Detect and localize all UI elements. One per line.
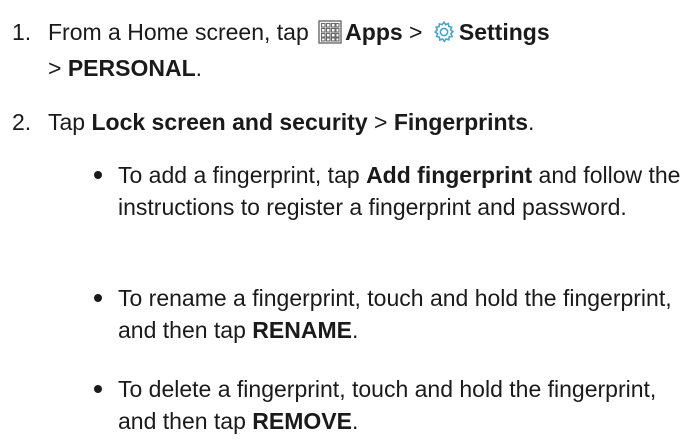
rename-label: RENAME <box>252 317 352 343</box>
apps-label: Apps <box>345 19 403 45</box>
step-number: 2. <box>12 109 32 135</box>
settings-gear-icon <box>432 20 456 52</box>
instruction-document: 1. From a Home screen, tap Apps > Settin… <box>0 0 686 442</box>
bullet-text-lead: To rename a fingerprint, touch and hold … <box>118 285 672 343</box>
remove-label: REMOVE <box>252 408 352 434</box>
step-text: Tap Lock screen and security > Fingerpri… <box>48 106 682 138</box>
bullet-text: To rename a fingerprint, touch and hold … <box>118 282 682 346</box>
step-1-text-lead: From a Home screen, tap <box>48 19 309 45</box>
period: . <box>528 109 535 135</box>
separator: > <box>409 19 423 45</box>
separator: > <box>48 55 62 81</box>
bullet-dot <box>94 385 102 393</box>
period: . <box>351 408 359 434</box>
step-2-text-lead: Tap <box>48 109 86 135</box>
bullet-dot <box>94 171 102 179</box>
step-number: 1. <box>12 19 32 45</box>
fingerprints-label: Fingerprints <box>393 109 528 135</box>
bullet-dot <box>94 294 102 302</box>
apps-grid-icon <box>318 20 342 52</box>
bullet-text: To delete a fingerprint, touch and hold … <box>118 373 682 437</box>
lock-screen-label: Lock screen and security <box>91 109 368 135</box>
bullet-text-lead: To add a fingerprint, tap <box>118 162 360 188</box>
period: . <box>195 55 203 81</box>
personal-label: PERSONAL <box>67 55 196 81</box>
settings-label: Settings <box>458 19 550 45</box>
step-text: From a Home screen, tap Apps > Settings … <box>48 16 682 84</box>
bullet-text-lead: To delete a fingerprint, touch and hold … <box>118 376 657 434</box>
period: . <box>351 317 359 343</box>
add-fingerprint-label: Add fingerprint <box>366 162 533 188</box>
separator: > <box>374 109 388 135</box>
bullet-text: To add a fingerprint, tap Add fingerprin… <box>118 159 682 223</box>
